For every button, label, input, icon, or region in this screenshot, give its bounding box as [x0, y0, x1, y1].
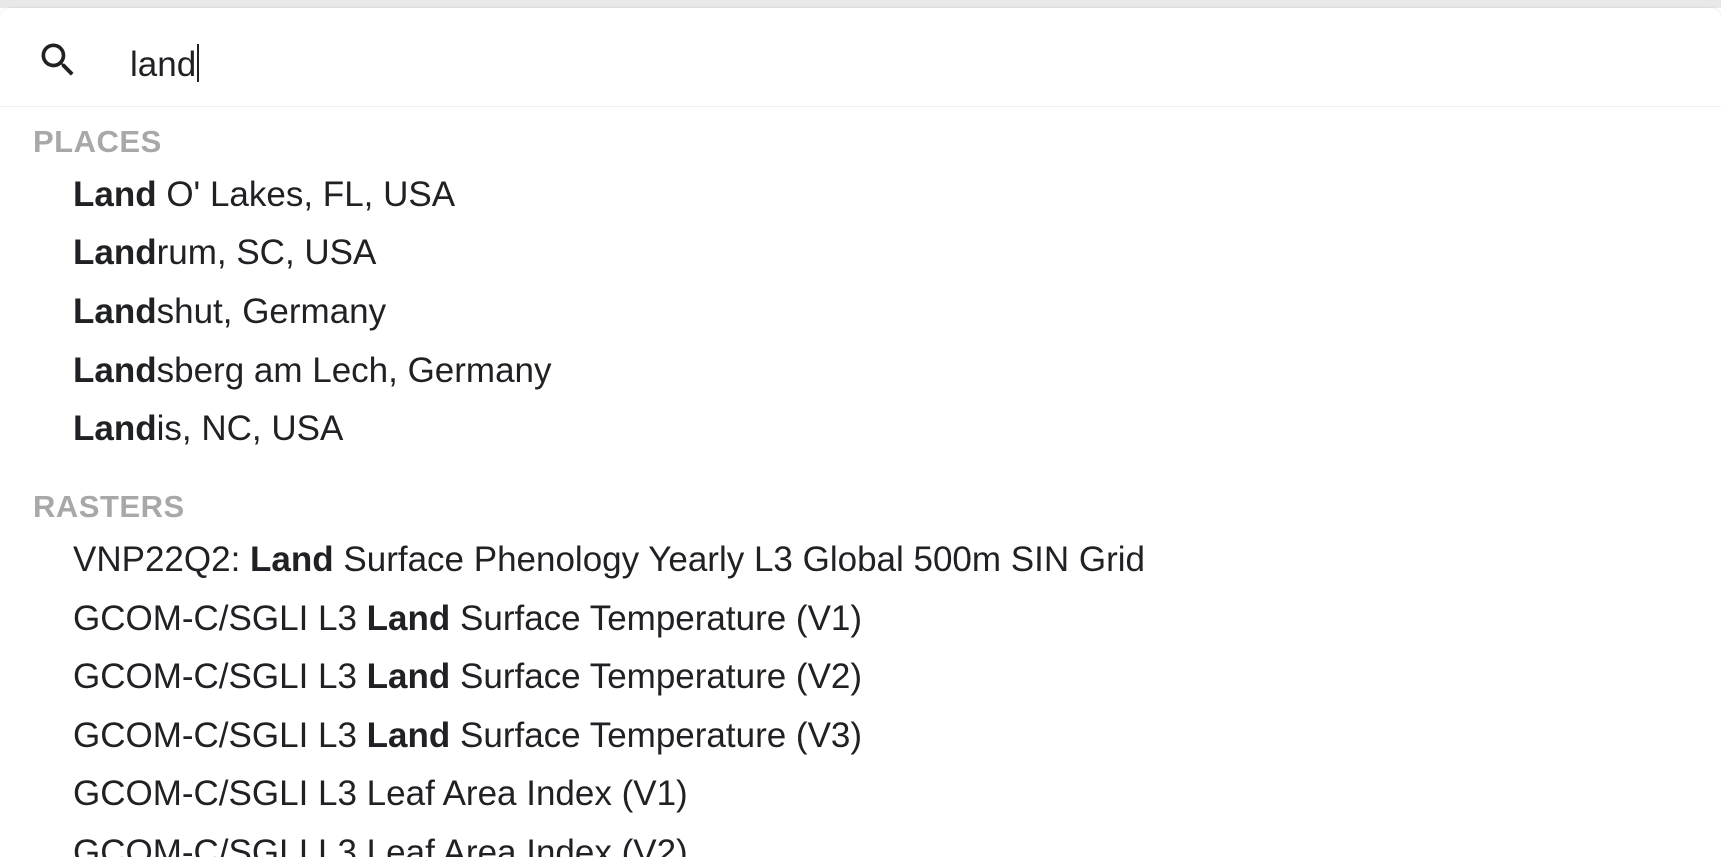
raster-result[interactable]: GCOM-C/SGLI L3 Leaf Area Index (V1): [73, 772, 688, 816]
search-icon[interactable]: [36, 38, 80, 82]
raster-result[interactable]: GCOM-C/SGLI L3 Land Surface Temperature …: [73, 655, 862, 699]
match-highlight: Land: [366, 716, 451, 755]
match-highlight: Land: [73, 409, 157, 448]
match-highlight: Land: [366, 657, 451, 696]
search-bar[interactable]: land: [0, 8, 1721, 107]
raster-result[interactable]: GCOM-C/SGLI L3 Land Surface Temperature …: [73, 714, 862, 758]
raster-result[interactable]: GCOM-C/SGLI L3 Land Surface Temperature …: [73, 597, 862, 641]
result-text: sberg am Lech, Germany: [156, 351, 552, 390]
result-text: VNP22Q2:: [73, 540, 251, 579]
page-backdrop: [0, 0, 1721, 8]
place-result[interactable]: Landis, NC, USA: [73, 407, 343, 451]
text-caret: [197, 44, 200, 82]
result-text: GCOM-C/SGLI L3: [73, 716, 367, 755]
result-text: O' Lakes, FL, USA: [156, 175, 456, 214]
search-input-value: land: [130, 45, 197, 84]
result-text: is, NC, USA: [156, 409, 344, 448]
match-highlight: Land: [250, 540, 334, 579]
result-text: GCOM-C/SGLI L3 Leaf Area Index (V1): [73, 774, 688, 813]
match-highlight: Land: [73, 351, 157, 390]
section-header-rasters: RASTERS: [33, 489, 185, 524]
place-result[interactable]: Landshut, Germany: [73, 290, 386, 334]
result-text: rum, SC, USA: [156, 233, 377, 272]
result-text: shut, Germany: [156, 292, 387, 331]
result-text: Surface Temperature (V1): [450, 599, 863, 638]
result-text: GCOM-C/SGLI L3: [73, 599, 367, 638]
match-highlight: Land: [366, 599, 451, 638]
match-highlight: Land: [73, 233, 157, 272]
match-highlight: Land: [73, 292, 157, 331]
place-result[interactable]: Landrum, SC, USA: [73, 231, 376, 275]
raster-result[interactable]: GCOM-C/SGLI L3 Leaf Area Index (V2): [73, 831, 688, 857]
result-text: GCOM-C/SGLI L3 Leaf Area Index (V2): [73, 833, 688, 857]
result-text: Surface Temperature (V3): [450, 716, 863, 755]
place-result[interactable]: Landsberg am Lech, Germany: [73, 349, 552, 393]
search-panel: land PLACES Land O' Lakes, FL, USA Landr…: [0, 8, 1721, 857]
place-result[interactable]: Land O' Lakes, FL, USA: [73, 173, 455, 217]
raster-result[interactable]: VNP22Q2: Land Surface Phenology Yearly L…: [73, 538, 1145, 582]
section-header-places: PLACES: [33, 124, 162, 159]
result-text: Surface Phenology Yearly L3 Global 500m …: [333, 540, 1145, 579]
result-text: Surface Temperature (V2): [450, 657, 863, 696]
match-highlight: Land: [73, 175, 157, 214]
search-input[interactable]: land: [130, 44, 200, 85]
result-text: GCOM-C/SGLI L3: [73, 657, 367, 696]
